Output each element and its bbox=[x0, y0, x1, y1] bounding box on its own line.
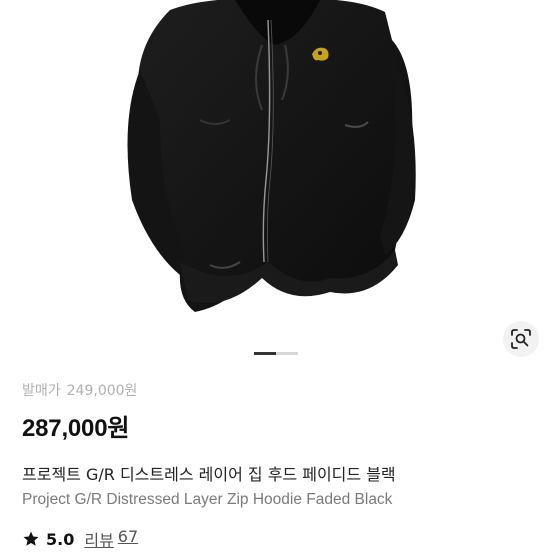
release-price-value: 249,000원 bbox=[66, 383, 138, 399]
current-price: 287,000원 bbox=[22, 415, 130, 442]
review-label: 리뷰 bbox=[84, 531, 114, 550]
lens-search-icon bbox=[511, 329, 531, 349]
product-image-gallery[interactable] bbox=[0, 0, 554, 366]
product-name-english: Project G/R Distressed Layer Zip Hoodie … bbox=[22, 491, 393, 508]
product-info: 발매가 249,000원 287,000원 프로젝트 G/R 디스트레스 레이어… bbox=[22, 380, 542, 551]
review-link[interactable]: 리뷰 67 bbox=[84, 527, 138, 551]
release-price-label: 발매가 bbox=[22, 383, 61, 399]
star-icon bbox=[23, 531, 39, 546]
hoodie-product-photo[interactable] bbox=[0, 0, 554, 340]
carousel-indicator-2[interactable] bbox=[276, 352, 298, 355]
carousel-indicators bbox=[254, 352, 298, 355]
carousel-indicator-1[interactable] bbox=[254, 352, 276, 355]
review-count: 67 bbox=[117, 527, 139, 546]
release-price-row: 발매가 249,000원 bbox=[22, 380, 542, 400]
image-search-button[interactable] bbox=[503, 321, 539, 357]
rating-row: 5.0 리뷰 67 bbox=[22, 527, 542, 551]
product-name-korean: 프로젝트 G/R 디스트레스 레이어 집 후드 페이디드 블랙 bbox=[22, 465, 396, 484]
rating-value: 5.0 bbox=[46, 529, 75, 549]
